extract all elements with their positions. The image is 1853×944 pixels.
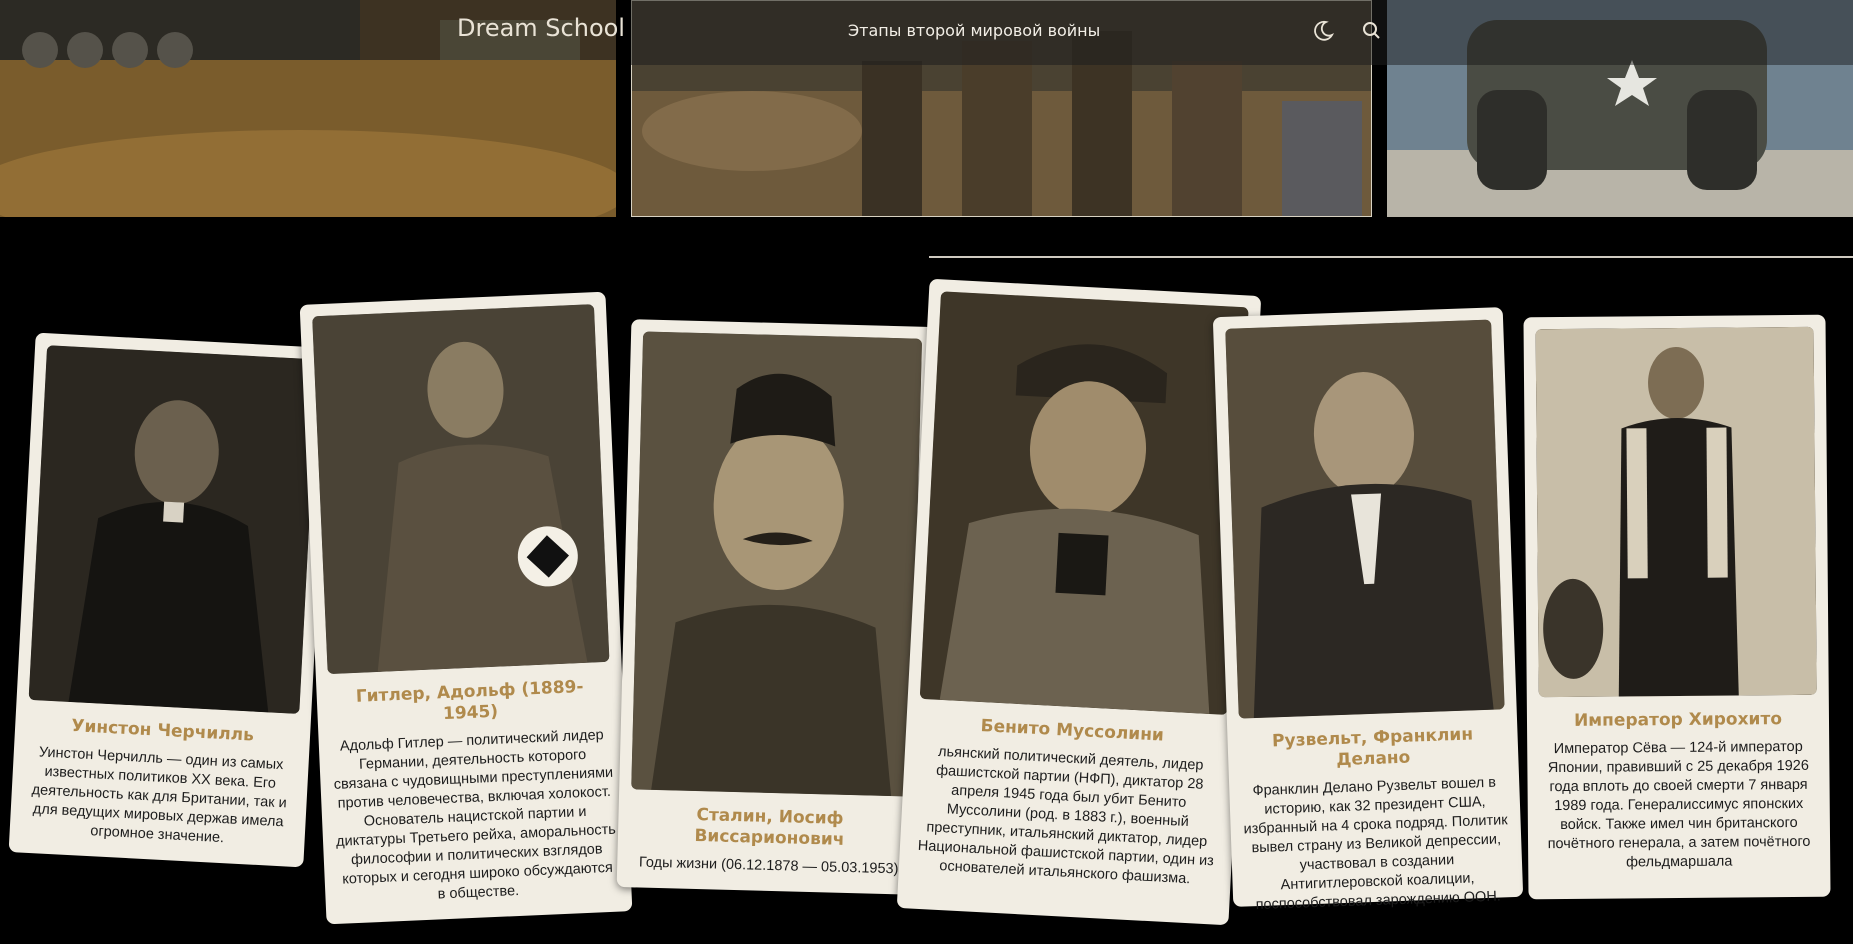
site-logo[interactable]: Dream School <box>457 14 625 42</box>
card-roosevelt[interactable]: Рузвельт, Франклин Делано Франклин Делан… <box>1212 307 1524 913</box>
card-hitler[interactable]: Гитлер, Адольф (1889-1945) Адольф Гитлер… <box>299 291 633 925</box>
card-name: Уинстон Черчилль <box>70 716 255 746</box>
page-title[interactable]: Этапы второй мировой войны <box>848 21 1100 40</box>
card-description: Франклин Делано Рузвельт вошел в историю… <box>1243 774 1508 914</box>
section-divider <box>929 256 1853 258</box>
moon-icon[interactable] <box>1310 18 1336 44</box>
card-name: Император Хирохито <box>1573 709 1783 731</box>
card-description: Годы жизни (06.12.1878 — 05.03.1953) <box>638 854 899 878</box>
photo-stalin <box>631 331 923 797</box>
search-icon[interactable] <box>1359 18 1385 44</box>
card-description: Уинстон Черчилль — один из самых известн… <box>31 744 288 847</box>
photo-hitler <box>312 304 610 675</box>
photo-churchill <box>28 345 318 714</box>
site-header: Dream School Этапы второй мировой войны <box>0 0 1853 65</box>
card-mussolini[interactable]: Бенито Муссолини льянский политический д… <box>896 278 1262 926</box>
photo-mussolini <box>919 291 1249 715</box>
card-description: Адольф Гитлер — политический лидер Герма… <box>333 727 617 903</box>
card-name: Сталин, Иосиф Виссарионович <box>694 805 845 850</box>
photo-roosevelt <box>1225 319 1505 719</box>
card-churchill[interactable]: Уинстон Черчилль Уинстон Черчилль — один… <box>8 332 331 868</box>
card-description: льянский политический деятель, лидер фаш… <box>917 743 1215 888</box>
card-stalin[interactable]: Сталин, Иосиф Виссарионович Годы жизни (… <box>616 319 935 895</box>
header-backdrop-right <box>1387 0 1853 65</box>
card-name: Рузвельт, Франклин Делано <box>1271 724 1474 771</box>
photo-hirohito <box>1535 326 1817 698</box>
card-name: Гитлер, Адольф (1889-1945) <box>355 676 584 725</box>
card-description: Император Сёва — 124-й император Японии,… <box>1547 738 1811 871</box>
card-hirohito[interactable]: Император Хирохито Император Сёва — 124-… <box>1523 314 1831 900</box>
